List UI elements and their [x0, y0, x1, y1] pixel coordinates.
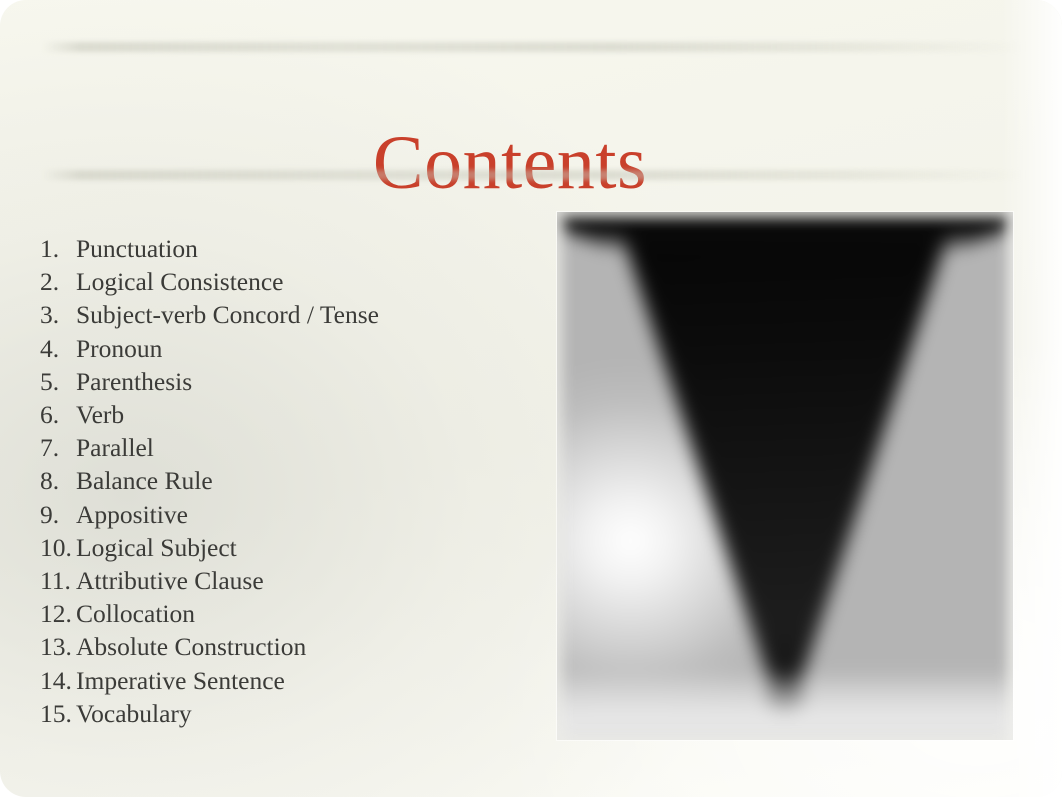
- contents-list-item: 1. Punctuation: [40, 232, 510, 265]
- contents-item-label: Parallel: [76, 433, 154, 463]
- contents-item-number: 3.: [40, 300, 60, 330]
- contents-item-number: 15.: [40, 698, 72, 728]
- contents-list-item: 11. Attributive Clause: [40, 564, 510, 597]
- contents-list-item: 4. Pronoun: [40, 332, 510, 365]
- contents-item-label: Verb: [76, 400, 125, 430]
- contents-item-number: 13.: [40, 632, 72, 662]
- contents-item-number: 12.: [40, 599, 72, 629]
- contents-item-number: 4.: [40, 333, 60, 363]
- contents-item-label: Logical Consistence: [76, 267, 284, 297]
- contents-list-item: 15. Vocabulary: [40, 697, 510, 730]
- contents-list-item: 14. Imperative Sentence: [40, 664, 510, 697]
- contents-list-item: 2. Logical Consistence: [40, 265, 510, 298]
- photo-blur-wrapper: [557, 212, 1013, 740]
- contents-item-number: 7.: [40, 433, 60, 463]
- contents-item-number: 9.: [40, 499, 60, 529]
- contents-list-item: 8. Balance Rule: [40, 464, 510, 497]
- contents-item-number: 2.: [40, 267, 60, 297]
- contents-item-label: Pronoun: [76, 333, 163, 363]
- contents-list-item: 13. Absolute Construction: [40, 630, 510, 663]
- contents-item-label: Imperative Sentence: [76, 665, 285, 695]
- photo-floor-layer: [557, 212, 1013, 740]
- contents-list-item: 6. Verb: [40, 398, 510, 431]
- contents-list: 1. Punctuation 2. Logical Consistence 3. Subj…: [40, 232, 510, 730]
- contents-item-number: 8.: [40, 466, 60, 496]
- contents-item-label: Collocation: [76, 599, 195, 629]
- contents-item-number: 6.: [40, 400, 60, 430]
- contents-item-label: Appositive: [76, 499, 188, 529]
- contents-list-item: 5. Parenthesis: [40, 365, 510, 398]
- contents-item-number: 1.: [40, 234, 60, 263]
- contents-item-label: Subject-verb Concord / Tense: [76, 300, 379, 330]
- contents-item-label: Logical Subject: [76, 532, 237, 562]
- contents-item-number: 11.: [40, 566, 71, 596]
- page-title: Contents: [372, 120, 648, 205]
- contents-item-label: Punctuation: [76, 234, 198, 263]
- contents-list-item: 12. Collocation: [40, 597, 510, 630]
- title-rule-top: [42, 42, 1026, 52]
- contents-item-label: Absolute Construction: [76, 632, 307, 662]
- contents-list-item: 10. Logical Subject: [40, 531, 510, 564]
- contents-item-label: Attributive Clause: [76, 566, 264, 596]
- contents-item-number: 10.: [40, 532, 72, 562]
- contents-list-item: 3. Subject-verb Concord / Tense: [40, 298, 510, 331]
- contents-item-number: 14.: [40, 665, 72, 695]
- contents-item-number: 5.: [40, 366, 60, 396]
- contents-list-item: 9. Appositive: [40, 498, 510, 531]
- contents-list-item: 7. Parallel: [40, 431, 510, 464]
- decorative-photo: [557, 212, 1013, 740]
- presentation-slide: Contents 1. Punctuation 2. Logical Consiste…: [0, 0, 1062, 797]
- contents-item-label: Vocabulary: [76, 698, 192, 728]
- contents-item-label: Parenthesis: [76, 366, 193, 396]
- contents-item-label: Balance Rule: [76, 466, 213, 496]
